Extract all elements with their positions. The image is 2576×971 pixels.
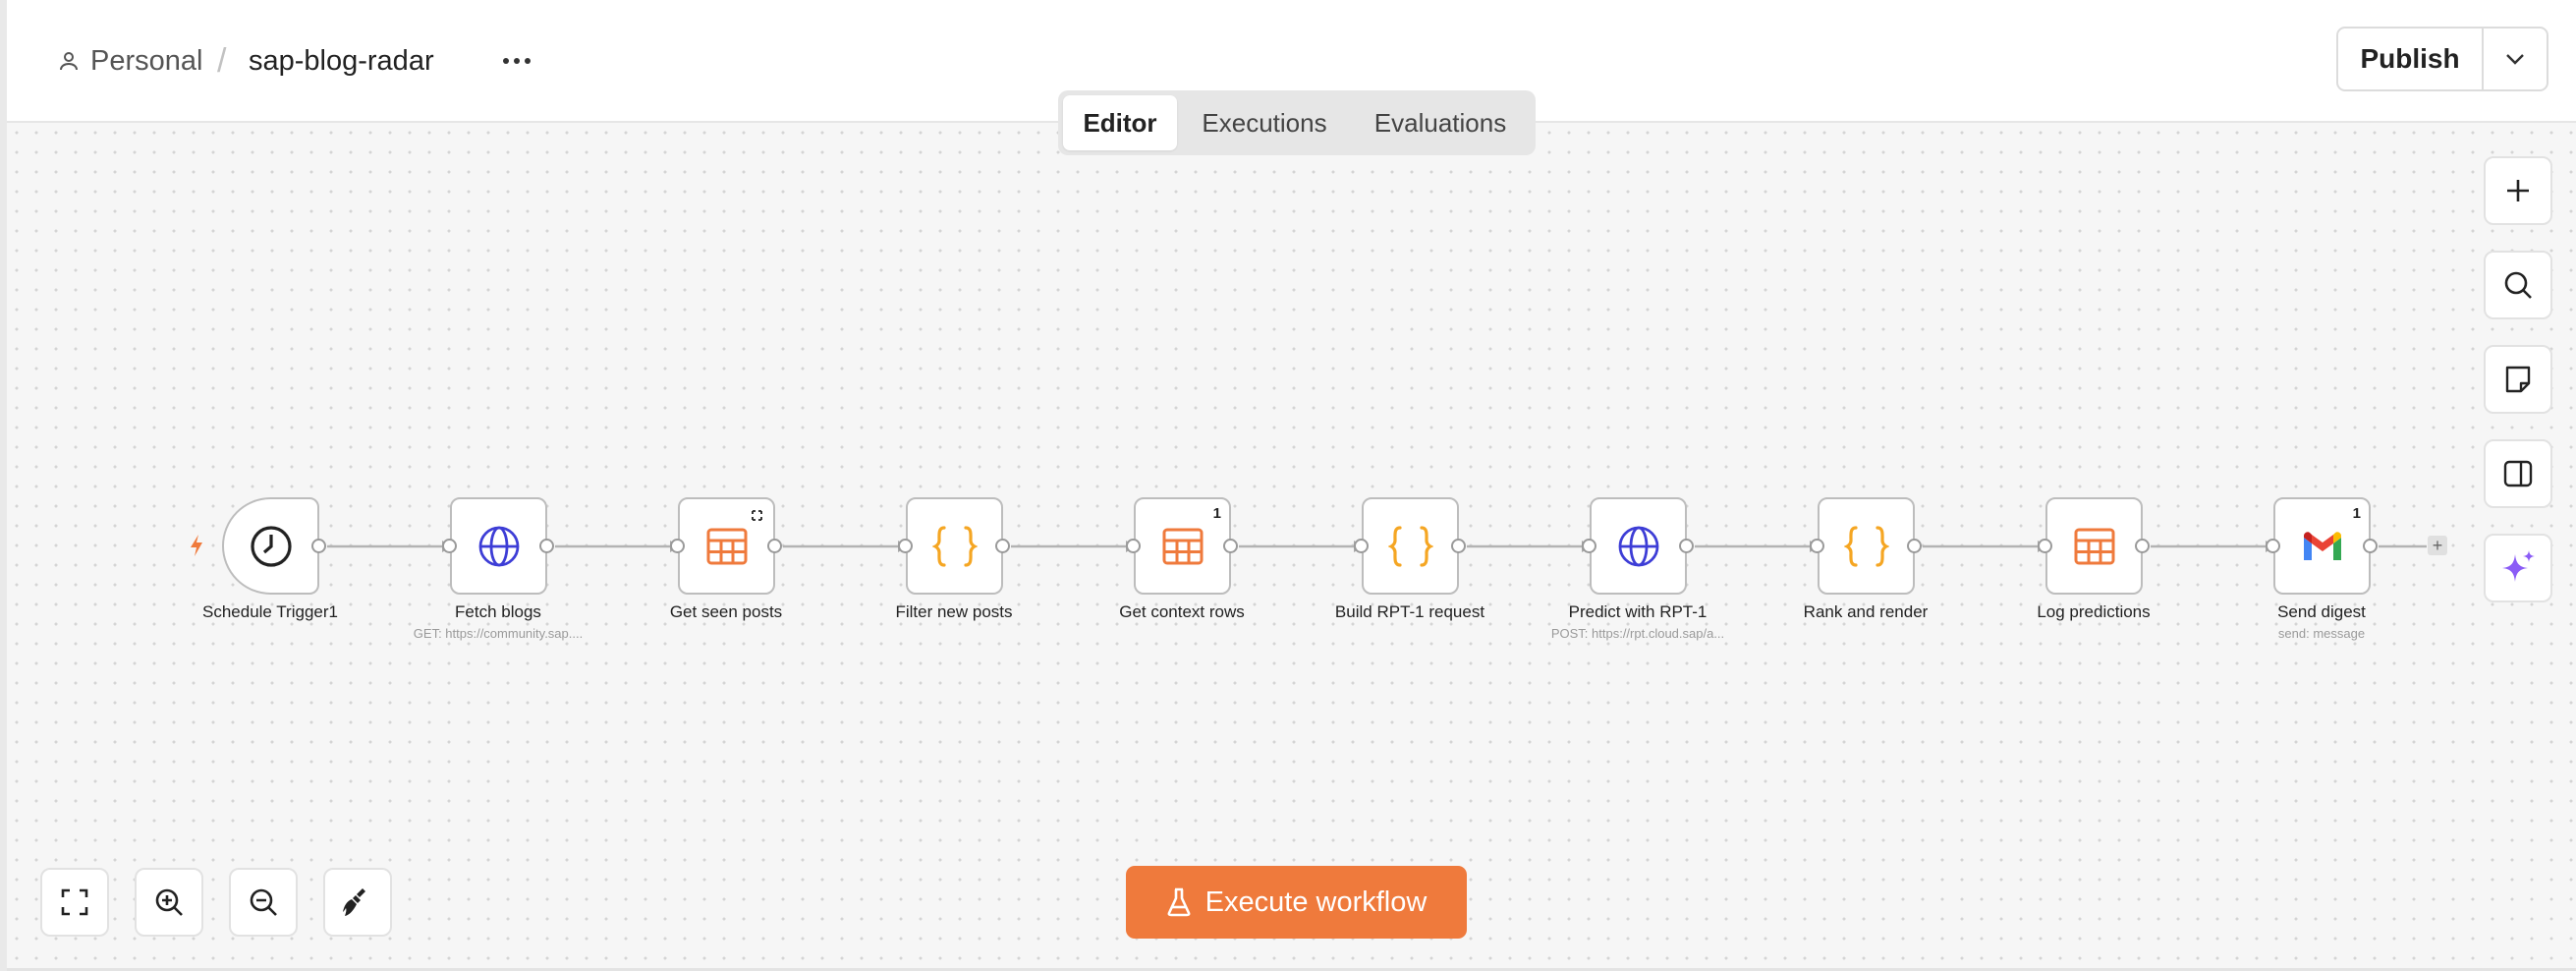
toggle-panel-button[interactable] [2484,439,2552,508]
input-port[interactable] [670,539,685,553]
output-port[interactable] [1451,539,1466,553]
output-port[interactable] [1223,539,1238,553]
output-port[interactable] [2363,539,2378,553]
node-rank-and-render[interactable] [1818,497,1915,595]
node-get-seen-posts[interactable] [678,497,775,595]
refresh-icon [752,510,762,521]
tidy-up-button[interactable] [323,868,392,937]
input-port[interactable] [898,539,913,553]
tab-evaluations[interactable]: Evaluations [1352,95,1529,150]
input-port[interactable] [2266,539,2280,553]
flask-icon [1167,887,1191,917]
node-label: Send digest [2277,602,2366,621]
lightning-icon [191,535,202,556]
run-count-badge: 1 [2352,505,2361,522]
sticky-note-button[interactable] [2484,345,2552,414]
code-braces-icon [1387,525,1433,567]
output-port[interactable] [767,539,782,553]
node-schedule-trigger[interactable] [222,497,319,595]
node-subtitle: POST: https://rpt.cloud.sap/a... [1550,626,1725,641]
output-port[interactable] [2135,539,2150,553]
plus-icon [2507,180,2529,201]
add-node-plus-icon[interactable]: + [2428,536,2447,555]
table-icon [2074,528,2114,564]
sticky-note-icon [2505,366,2531,393]
zoom-in-icon [155,888,183,916]
input-port[interactable] [442,539,457,553]
node-label: Filter new posts [895,602,1013,621]
node-label: Build RPT-1 request [1334,602,1485,621]
table-icon [1162,528,1203,564]
node-label: Rank and render [1803,602,1929,621]
table-icon [706,528,747,564]
gmail-icon [2303,531,2341,560]
add-node-button[interactable] [2484,156,2552,225]
fit-view-icon [61,888,88,916]
node-send-digest[interactable]: 1 [2273,497,2371,595]
output-port[interactable] [995,539,1010,553]
input-port[interactable] [1810,539,1824,553]
zoom-out-icon [250,888,277,916]
tab-editor[interactable]: Editor [1063,95,1177,150]
node-predict-with-rpt1[interactable] [1590,497,1687,595]
input-port[interactable] [2038,539,2052,553]
execute-workflow-button[interactable]: Execute workflow [1126,866,1467,939]
node-label: Get seen posts [669,602,783,621]
zoom-in-button[interactable] [135,868,203,937]
node-filter-new-posts[interactable] [906,497,1003,595]
view-tabs: Editor Executions Evaluations [1058,90,1536,155]
ai-assistant-button[interactable] [2484,534,2552,602]
clock-icon [250,525,292,567]
zoom-out-button[interactable] [229,868,298,937]
run-count-badge: 1 [1212,505,1221,522]
globe-icon [478,526,519,566]
input-port[interactable] [1354,539,1369,553]
node-label: Schedule Trigger1 [202,602,338,621]
node-subtitle: send: message [2277,626,2366,641]
panel-right-icon [2503,460,2533,487]
left-edge [0,0,7,971]
tab-executions[interactable]: Executions [1177,95,1352,150]
output-port[interactable] [539,539,554,553]
input-port[interactable] [1582,539,1596,553]
output-port[interactable] [311,539,326,553]
fit-view-button[interactable] [40,868,109,937]
code-braces-icon [1843,525,1889,567]
node-get-context-rows[interactable]: 1 [1134,497,1231,595]
input-port[interactable] [1126,539,1141,553]
node-label: Get context rows [1119,602,1245,621]
output-port[interactable] [1907,539,1922,553]
node-fetch-blogs[interactable] [450,497,547,595]
node-build-rpt1-request[interactable] [1362,497,1459,595]
search-icon [2504,271,2532,299]
node-label: Log predictions [2037,602,2151,621]
node-label: Fetch blogs [455,602,541,621]
sparkles-icon [2502,550,2535,582]
output-port[interactable] [1679,539,1694,553]
globe-icon [1618,526,1658,566]
search-nodes-button[interactable] [2484,251,2552,319]
node-label: Predict with RPT-1 [1568,602,1708,621]
code-braces-icon [931,525,978,567]
node-log-predictions[interactable] [2045,497,2143,595]
node-subtitle: GET: https://community.sap.... [413,626,584,641]
broom-icon [343,888,365,916]
execute-workflow-label: Execute workflow [1204,885,1428,918]
